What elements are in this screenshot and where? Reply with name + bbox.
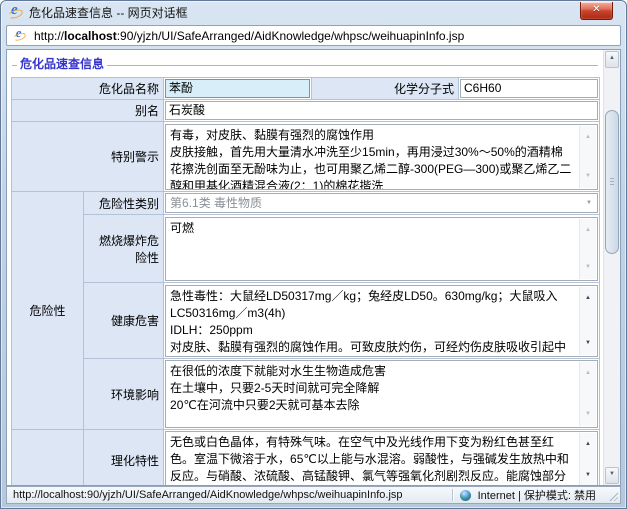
hazard-group-label: 危险性 — [12, 192, 84, 430]
scroll-down-icon[interactable] — [580, 259, 596, 276]
page-scrollbar[interactable] — [603, 50, 620, 485]
thumb-grip-icon — [610, 178, 614, 179]
textarea-scrollbar[interactable] — [579, 126, 596, 188]
special-warning-cell: 有毒，对皮肤、黏膜有强烈的腐蚀作用 皮肤接触，首先用大量清水冲洗至少15min，… — [164, 122, 600, 192]
health-cell: 急性毒性：大鼠经LD50317mg／kg；兔经皮LD50。630mg/kg；大鼠… — [164, 283, 600, 359]
hazard-class-select[interactable]: 第6.1类 毒性物质 — [165, 193, 598, 213]
formula-label: 化学分子式 — [312, 78, 459, 100]
info-table: 危化品名称 苯酚 化学分子式 C6H60 别名 石炭酸 特别警示 — [11, 77, 600, 485]
table-row: 危险性 危险性类别 第6.1类 毒性物质 — [12, 192, 600, 215]
alias-label: 别名 — [12, 100, 164, 122]
textarea-scrollbar[interactable] — [579, 362, 596, 426]
empty-group-cell — [12, 430, 84, 486]
textarea-scrollbar[interactable] — [579, 433, 596, 485]
alias-input[interactable]: 石炭酸 — [165, 101, 598, 120]
ie-logo-icon — [8, 5, 24, 20]
page-body: 危化品速查信息 危化品名称 苯酚 化学分子式 C6H60 别名 — [7, 50, 603, 485]
scroll-down-icon[interactable] — [580, 467, 596, 484]
section-title: 危化品速查信息 — [17, 57, 107, 72]
internet-globe-icon — [460, 490, 471, 501]
physchem-text: 无色或白色晶体，有特殊气味。在空气中及光线作用下变为粉红色甚至红色。室温下微溶于… — [170, 435, 569, 485]
textarea-scrollbar[interactable] — [579, 219, 596, 279]
hazard-class-cell: 第6.1类 毒性物质 — [164, 192, 600, 215]
table-row: 特别警示 有毒，对皮肤、黏膜有强烈的腐蚀作用 皮肤接触，首先用大量清水冲洗至少1… — [12, 122, 600, 192]
scroll-up-icon[interactable] — [580, 290, 596, 307]
dialog-window: 危化品速查信息 -- 网页对话框 http://localhost:90/yjz… — [0, 0, 627, 509]
scroll-down-icon[interactable] — [580, 168, 596, 185]
window-title: 危化品速查信息 -- 网页对话框 — [29, 4, 188, 21]
address-input[interactable]: http://localhost:90/yjzh/UI/SafeArranged… — [6, 25, 621, 46]
combustion-textarea[interactable]: 可燃 — [165, 217, 598, 281]
health-textarea[interactable]: 急性毒性：大鼠经LD50317mg／kg；兔经皮LD50。630mg/kg；大鼠… — [165, 285, 598, 357]
address-url: http://localhost:90/yjzh/UI/SafeArranged… — [34, 29, 464, 43]
special-warning-label: 特别警示 — [12, 122, 164, 192]
combustion-label: 燃烧爆炸危险性 — [84, 215, 164, 283]
special-warning-text: 有毒，对皮肤、黏膜有强烈的腐蚀作用 皮肤接触，首先用大量清水冲洗至少15min，… — [170, 128, 571, 190]
combustion-cell: 可燃 — [164, 215, 600, 283]
table-row: 别名 石炭酸 — [12, 100, 600, 122]
physchem-textarea[interactable]: 无色或白色晶体，有特殊气味。在空气中及光线作用下变为粉红色甚至红色。室温下微溶于… — [165, 431, 598, 485]
health-label: 健康危害 — [84, 283, 164, 359]
address-bar: http://localhost:90/yjzh/UI/SafeArranged… — [6, 23, 621, 48]
legend-divider — [107, 65, 598, 66]
url-host: localhost — [64, 29, 117, 43]
scroll-up-icon[interactable] — [605, 51, 619, 68]
combustion-text: 可燃 — [170, 221, 194, 235]
name-input[interactable]: 苯酚 — [165, 79, 310, 98]
environment-text: 在很低的浓度下就能对水生生物造成危害 在土壤中，只要2-5天时间就可完全降解 2… — [170, 364, 386, 412]
scroll-down-icon[interactable] — [605, 467, 619, 484]
special-warning-textarea[interactable]: 有毒，对皮肤、黏膜有强烈的腐蚀作用 皮肤接触，首先用大量清水冲洗至少15min，… — [165, 124, 598, 190]
scroll-up-icon[interactable] — [580, 222, 596, 239]
formula-input[interactable]: C6H60 — [460, 79, 598, 98]
environment-label: 环境影响 — [84, 359, 164, 430]
status-separator — [452, 489, 453, 501]
scroll-up-icon[interactable] — [580, 436, 596, 453]
url-scheme: http:// — [34, 29, 64, 43]
page-icon — [13, 29, 27, 42]
status-url: http://localhost:90/yjzh/UI/SafeArranged… — [13, 489, 403, 501]
scroll-up-icon[interactable] — [580, 129, 596, 146]
url-path: :90/yjzh/UI/SafeArranged/AidKnowledge/wh… — [117, 29, 465, 43]
dialog-content: 危化品速查信息 危化品名称 苯酚 化学分子式 C6H60 别名 — [6, 49, 621, 486]
alias-cell: 石炭酸 — [164, 100, 600, 122]
name-cell: 苯酚 — [164, 78, 312, 100]
environment-textarea[interactable]: 在很低的浓度下就能对水生生物造成危害 在土壤中，只要2-5天时间就可完全降解 2… — [165, 360, 598, 428]
scroll-down-icon[interactable] — [580, 406, 596, 423]
health-text: 急性毒性：大鼠经LD50317mg／kg；兔经皮LD50。630mg/kg；大鼠… — [170, 289, 566, 357]
scroll-up-icon[interactable] — [580, 365, 596, 382]
name-label: 危化品名称 — [12, 78, 164, 100]
physchem-cell: 无色或白色晶体，有特殊气味。在空气中及光线作用下变为粉红色甚至红色。室温下微溶于… — [164, 430, 600, 486]
scrollbar-thumb[interactable] — [605, 110, 619, 254]
table-row: 环境影响 在很低的浓度下就能对水生生物造成危害 在土壤中，只要2-5天时间就可完… — [12, 359, 600, 430]
formula-cell: C6H60 — [459, 78, 600, 100]
title-bar: 危化品速查信息 -- 网页对话框 — [1, 1, 626, 23]
table-row: 健康危害 急性毒性：大鼠经LD50317mg／kg；兔经皮LD50。630mg/… — [12, 283, 600, 359]
resize-grip[interactable] — [608, 491, 618, 501]
table-row: 燃烧爆炸危险性 可燃 — [12, 215, 600, 283]
chevron-down-icon[interactable] — [584, 194, 594, 212]
hazard-class-label: 危险性类别 — [84, 192, 164, 215]
close-button[interactable] — [580, 2, 613, 20]
table-row: 理化特性 无色或白色晶体，有特殊气味。在空气中及光线作用下变为粉红色甚至红色。室… — [12, 430, 600, 486]
physchem-label: 理化特性 — [84, 430, 164, 486]
scroll-down-icon[interactable] — [580, 335, 596, 352]
security-zone-text: Internet | 保护模式: 禁用 — [478, 487, 596, 503]
environment-cell: 在很低的浓度下就能对水生生物造成危害 在土壤中，只要2-5天时间就可完全降解 2… — [164, 359, 600, 430]
section-header: 危化品速查信息 — [12, 57, 598, 72]
textarea-scrollbar[interactable] — [579, 287, 596, 355]
status-bar: http://localhost:90/yjzh/UI/SafeArranged… — [6, 486, 621, 504]
hazard-class-value: 第6.1类 毒性物质 — [170, 196, 262, 210]
table-row: 危化品名称 苯酚 化学分子式 C6H60 — [12, 78, 600, 100]
